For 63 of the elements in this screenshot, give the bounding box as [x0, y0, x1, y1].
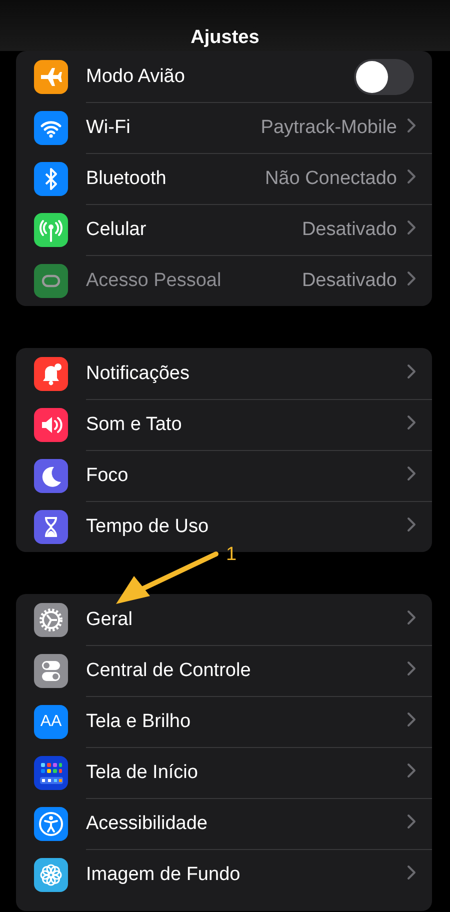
row-label: Bluetooth: [86, 168, 166, 190]
row-value: Paytrack-Mobile: [260, 116, 397, 138]
row-label: Central de Controle: [86, 660, 251, 682]
chevron-icon: [407, 414, 416, 430]
antenna-icon: [34, 212, 68, 246]
row-label: Foco: [86, 464, 128, 486]
wifi-icon: [34, 110, 68, 144]
screen-title: Ajustes: [190, 27, 260, 49]
settings-row[interactable]: Imagem de Fundo: [16, 849, 432, 900]
bluetooth-icon: [34, 162, 68, 196]
toggles-icon: [34, 654, 68, 688]
settings-row[interactable]: Wi-Fi Paytrack-Mobile: [16, 102, 432, 153]
hourglass-icon: [34, 510, 68, 544]
settings-row[interactable]: Celular Desativado: [16, 204, 432, 255]
settings-row[interactable]: Som e Tato: [16, 399, 432, 450]
row-label: Celular: [86, 218, 146, 240]
chevron-icon: [407, 762, 416, 778]
chevron-icon: [407, 270, 416, 286]
step-number: 1: [226, 544, 237, 566]
chevron-icon: [407, 364, 416, 378]
settings-row[interactable]: Modo Avião: [16, 51, 432, 102]
row-value: Não Conectado: [264, 168, 397, 190]
chevron-icon: [407, 220, 416, 234]
accessibility-icon: [34, 806, 68, 840]
row-label: Acessibilidade: [86, 812, 208, 834]
chevron-icon: [407, 864, 416, 880]
airplane-icon: [34, 60, 68, 94]
chevron-icon: [407, 466, 416, 480]
row-label: Notificações: [86, 362, 190, 384]
row-label: Som e Tato: [86, 414, 182, 436]
row-value: Desativado: [302, 218, 397, 240]
row-label: Tempo de Uso: [86, 516, 209, 538]
text-size-icon: AA: [34, 704, 68, 738]
settings-row[interactable]: Central de Controle: [16, 645, 432, 696]
chevron-icon: [407, 712, 416, 726]
settings-row[interactable]: Foco: [16, 450, 432, 501]
chevron-icon: [407, 610, 416, 624]
chevron-icon: [407, 660, 416, 676]
row-value: Desativado: [302, 270, 397, 292]
row-label: Wi-Fi: [86, 116, 130, 138]
settings-row[interactable]: Geral: [16, 594, 432, 645]
row-label: Imagem de Fundo: [86, 864, 240, 886]
chevron-icon: [407, 814, 416, 828]
settings-row[interactable]: Tela de Início: [16, 747, 432, 798]
moon-icon: [34, 458, 68, 492]
row-label: Acesso Pessoal: [86, 270, 222, 292]
row-label: Modo Avião: [86, 66, 185, 88]
chevron-icon: [407, 168, 416, 184]
chevron-icon: [407, 118, 416, 132]
settings-row[interactable]: Acessibilidade: [16, 798, 432, 849]
speaker-icon: [34, 408, 68, 442]
settings-row[interactable]: Notificações: [16, 348, 432, 399]
flower-icon: [34, 858, 68, 892]
settings-row[interactable]: Bluetooth Não Conectado: [16, 153, 432, 204]
row-label: Tela e Brilho: [86, 710, 191, 732]
chevron-icon: [407, 516, 416, 532]
settings-row[interactable]: AA Tela e Brilho: [16, 696, 432, 747]
bell-icon: [34, 356, 68, 390]
row-label: Tela de Início: [86, 762, 198, 784]
row-label: Geral: [86, 608, 132, 630]
gear-icon: [34, 602, 68, 636]
app-grid-icon: [34, 756, 68, 790]
toggle-switch[interactable]: [354, 58, 414, 94]
